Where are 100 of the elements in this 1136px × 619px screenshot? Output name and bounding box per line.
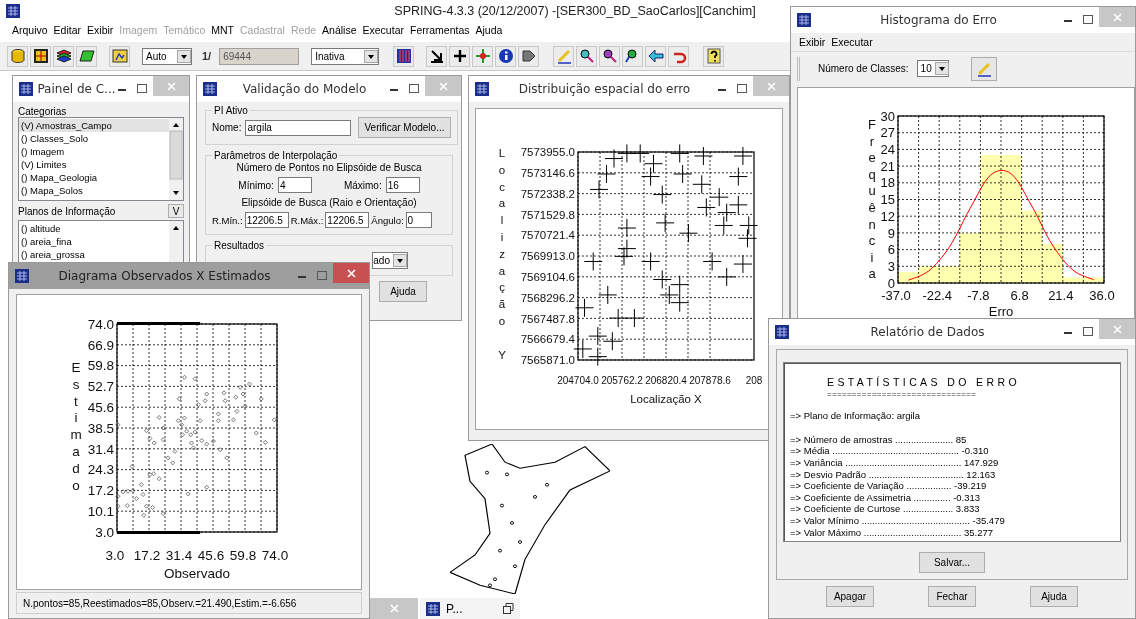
tick-label: 66.9 xyxy=(87,337,114,353)
tick-label: 21 xyxy=(880,158,895,174)
results-dropdown[interactable]: ado xyxy=(372,252,408,269)
min-radius-field[interactable]: 12206.5 xyxy=(244,212,289,228)
menu-item[interactable]: Executar xyxy=(831,36,873,48)
tick-label: -37.0 xyxy=(881,288,911,303)
section-label: Elipsóide de Busca (Raio e Orientação) xyxy=(241,197,417,208)
maximum-field[interactable]: 16 xyxy=(385,177,420,193)
menu-item[interactable]: Ajuda xyxy=(475,24,503,36)
tick-label: 205762.2 xyxy=(601,375,643,386)
dialog-button[interactable]: Fechar xyxy=(928,586,976,607)
window-title: Validação do Modelo xyxy=(241,82,368,96)
menu-item[interactable]: Editar xyxy=(53,24,82,36)
toggle-button[interactable]: V xyxy=(168,204,184,218)
help-button[interactable]: Ajuda xyxy=(379,281,427,302)
field-label: Máximo: xyxy=(343,179,382,191)
list-item[interactable]: () altitude xyxy=(19,222,169,235)
tick-label: 45.6 xyxy=(87,400,114,416)
tick-label: 18 xyxy=(880,175,895,191)
menu-item[interactable]: Executar xyxy=(362,24,404,36)
section-label: Número de Pontos no Elipsóide de Busca xyxy=(236,162,422,173)
field-label: R.Mín.: xyxy=(212,214,243,226)
tick-label: 206820.4 xyxy=(645,375,687,386)
scale-prefix: 1/ xyxy=(202,50,212,62)
group-label: Parâmetros de Interpolação xyxy=(213,150,339,161)
tick-label: 36.0 xyxy=(1089,288,1115,303)
scale-mode-dropdown[interactable]: Auto xyxy=(142,47,192,65)
window-title: P... xyxy=(446,601,464,616)
tick-label: 7569104.6 xyxy=(520,270,575,283)
dialog-button[interactable]: Ajuda xyxy=(1030,586,1078,607)
menu-item[interactable]: Arquivo xyxy=(12,24,48,36)
window-title: Painel de C... xyxy=(36,82,117,96)
angle-field[interactable]: 0 xyxy=(405,212,432,228)
field-label: Nome: xyxy=(212,122,242,133)
list-item[interactable]: () Imagem xyxy=(19,145,169,158)
tick-label: 7567487.8 xyxy=(520,312,575,325)
max-radius-field[interactable]: 12206.5 xyxy=(325,212,370,228)
tick-label: 3.0 xyxy=(95,524,114,540)
tick-label: 27 xyxy=(880,125,895,141)
app-title: SPRING-4.3.3 (20/12/2007) -[SER300_BD_SaoCarlos][Canchim] xyxy=(394,4,756,18)
tick-label: 74.0 xyxy=(261,548,289,563)
axis-title: Erro xyxy=(988,304,1014,318)
tick-label: 7572338.2 xyxy=(520,187,575,200)
tick-label: 38.5 xyxy=(87,420,114,436)
menu-item[interactable]: Exibir xyxy=(799,36,826,48)
minimized-window[interactable]: P... xyxy=(420,598,520,619)
tick-label: 10.1 xyxy=(87,504,114,520)
tick-label: 7573955.0 xyxy=(520,146,575,159)
field-label: Ângulo: xyxy=(371,214,404,226)
list-item[interactable]: () areia_fina xyxy=(19,235,169,248)
verify-button[interactable]: Verificar Modelo... xyxy=(358,117,451,138)
report-line: => Coeficiente de Assimetria .............. -0.313 xyxy=(790,491,982,504)
menu-item[interactable]: MNT xyxy=(211,24,234,36)
tick-label: 30 xyxy=(880,108,895,124)
tick-label: 59.8 xyxy=(87,358,114,374)
tick-label: 7571529.8 xyxy=(520,208,575,221)
section-label: Planos de Informação xyxy=(18,205,116,217)
tick-label: 24 xyxy=(880,142,895,158)
tick-label: 7566679.4 xyxy=(520,333,575,346)
axis-title: Localização Y xyxy=(498,147,506,361)
tick-label: 31.4 xyxy=(87,441,114,457)
window-title: Diagrama Observados X Estimados xyxy=(57,269,272,283)
report-heading: ESTATÍSTICAS DO ERRO xyxy=(827,377,1022,389)
list-item[interactable]: () Mapa_Solos xyxy=(19,184,169,197)
list-item[interactable]: (V) Amostras_Campo xyxy=(19,119,169,132)
group-label: Resultados xyxy=(213,240,266,251)
name-field[interactable]: argila xyxy=(245,119,352,136)
list-item[interactable]: (V) Limites xyxy=(19,158,169,171)
window-title: Histograma do Erro xyxy=(879,13,998,27)
status-text: N.pontos=85,Reestimados=85,Observ.=21.490,Estim.=-6.656 xyxy=(23,597,297,609)
list-item[interactable]: () Mapa_Geologia xyxy=(19,171,169,184)
report-line: => Variância ............................................ 147.929 xyxy=(790,456,1000,469)
tick-label: 15 xyxy=(880,192,895,208)
menu-item[interactable]: Ferramentas xyxy=(409,24,470,36)
tick-label: 6.8 xyxy=(1010,288,1029,303)
tick-label: 21.4 xyxy=(1048,288,1074,303)
minimum-field[interactable]: 4 xyxy=(277,177,312,193)
field-label: Mínimo: xyxy=(238,179,274,191)
dialog-button[interactable]: Apagar xyxy=(826,586,874,607)
tick-label: 9 xyxy=(887,225,895,241)
tick-label: -7.8 xyxy=(967,288,990,303)
scale-field[interactable]: 69444 xyxy=(219,47,300,65)
tick-label: 7570721.4 xyxy=(520,229,575,242)
axis-title: Observado xyxy=(164,566,230,581)
menu-item[interactable]: Análise xyxy=(322,24,357,36)
report-line: => Desvio Padrão .................................... 12.163 xyxy=(790,468,997,481)
tick-label: 3.0 xyxy=(105,548,125,563)
report-line: => Valor Mínimo ......................................... -35.479 xyxy=(790,514,1006,527)
tick-label: 7568296.2 xyxy=(520,291,575,304)
tick-label: 7569913.0 xyxy=(520,250,575,263)
tick-label: 45.6 xyxy=(197,548,225,563)
list-item[interactable]: () areia_grossa xyxy=(19,248,169,261)
save-button[interactable]: Salvar... xyxy=(919,552,985,573)
tick-label: 17.2 xyxy=(133,548,161,563)
menu-item[interactable]: Exibir xyxy=(87,24,114,36)
tick-label: 17.2 xyxy=(87,483,114,499)
classes-dropdown[interactable]: 10 xyxy=(916,60,949,77)
window-title: Relatório de Dados xyxy=(869,325,986,339)
mode-dropdown[interactable]: Inativa xyxy=(311,47,380,65)
list-item[interactable]: () Classes_Solo xyxy=(19,132,169,145)
